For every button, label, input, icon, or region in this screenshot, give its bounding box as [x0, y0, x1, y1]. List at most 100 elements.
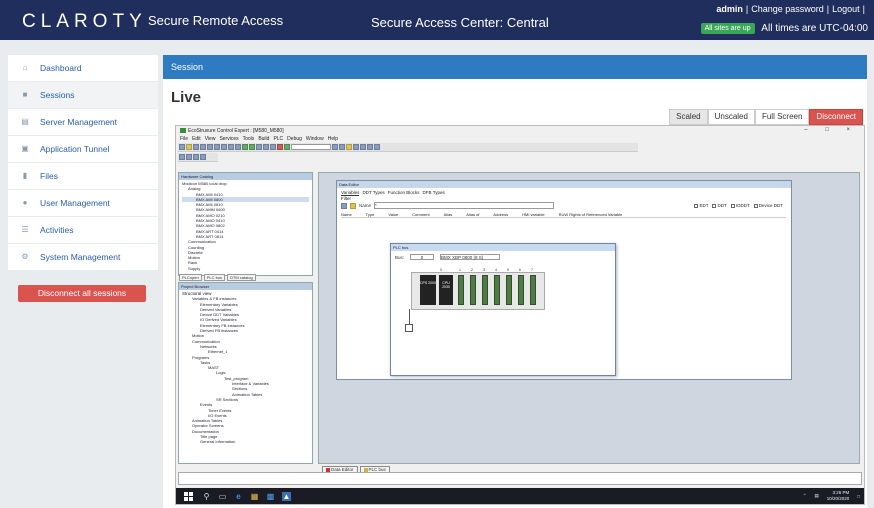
notification-icon[interactable]: □ [857, 494, 860, 499]
sidebar-item-system-management[interactable]: ⚙ System Management [8, 244, 158, 270]
window-controls[interactable]: – □ × [804, 127, 858, 133]
menu-item[interactable]: File [180, 136, 188, 142]
plc-rack[interactable]: CPS 2000 CPU 2030 0 1 2 3 4 5 6 7 [411, 268, 545, 310]
disconnect-all-sessions-button[interactable]: Disconnect all sessions [18, 285, 146, 302]
sidebar-item-user-management[interactable]: ● User Management [8, 190, 158, 216]
bus-number-field[interactable]: 0 [410, 254, 435, 260]
tab-ddt-types[interactable]: DDT Types [362, 190, 384, 196]
menu-item[interactable]: Build [258, 136, 269, 142]
power-supply-module[interactable]: CPS 2000 [420, 275, 436, 305]
menu-item[interactable]: Debug [287, 136, 302, 142]
column-header[interactable]: RUW Rights of Referenced Variable [559, 212, 623, 217]
disconnect-icon[interactable] [270, 144, 276, 150]
slot-module[interactable] [518, 275, 524, 305]
slot-module[interactable] [530, 275, 536, 305]
sidebar-item-activities[interactable]: ☰ Activities [8, 217, 158, 243]
tree-item[interactable]: General Information [182, 439, 309, 444]
slot-module[interactable] [506, 275, 512, 305]
tab-dfb-types[interactable]: DFB Types [423, 190, 445, 196]
change-password-link[interactable]: Change password [751, 4, 824, 14]
network-icon[interactable]: ▤ [814, 493, 818, 499]
user-name[interactable]: admin [716, 4, 743, 14]
filter-icon[interactable] [341, 202, 347, 209]
cascade-icon[interactable] [186, 154, 192, 160]
tray-arrow-icon[interactable]: ⌃ [803, 493, 807, 499]
column-header[interactable]: Alias of [466, 212, 479, 217]
full-screen-button[interactable]: Full Screen [754, 109, 810, 125]
file-explorer-icon[interactable]: ▦ [250, 492, 259, 501]
column-header[interactable]: HMI variable [522, 212, 544, 217]
menu-item[interactable]: Tools [243, 136, 255, 142]
edge-browser-icon[interactable]: e [234, 492, 243, 501]
column-header[interactable]: Alias [444, 212, 453, 217]
undo-icon[interactable] [228, 144, 234, 150]
build-icon[interactable] [242, 144, 248, 150]
filter-apply-icon[interactable] [350, 202, 356, 209]
checkbox-ddt[interactable]: DDT [712, 203, 727, 208]
connect-icon[interactable] [263, 144, 269, 150]
open-icon[interactable] [186, 144, 192, 150]
window-icon[interactable] [193, 154, 199, 160]
sidebar-item-server-management[interactable]: ▤ Server Management [8, 109, 158, 135]
control-expert-taskbar-icon[interactable]: ▲ [282, 492, 291, 501]
zoom-icon[interactable] [332, 144, 338, 150]
tree-item[interactable]: Supply [182, 266, 309, 271]
stop-icon[interactable] [277, 144, 283, 150]
print-icon[interactable] [200, 144, 206, 150]
help-icon[interactable] [374, 144, 380, 150]
upload-icon[interactable] [360, 144, 366, 150]
column-header[interactable]: Name [341, 212, 352, 217]
animation-icon[interactable] [346, 144, 352, 150]
new-icon[interactable] [179, 144, 185, 150]
disconnect-button[interactable]: Disconnect [809, 109, 863, 125]
menu-item[interactable]: Edit [192, 136, 201, 142]
sidebar-item-dashboard[interactable]: ⌂ Dashboard [8, 55, 158, 81]
tab-plcopen[interactable]: PLCopen [179, 274, 202, 281]
rack-select[interactable]: BMX XBP 0800 (8 S) [440, 254, 501, 260]
run-icon[interactable] [284, 144, 290, 150]
sidebar-item-sessions[interactable]: ■ Sessions [8, 82, 158, 108]
column-header[interactable]: Value [388, 212, 398, 217]
checkbox-device-ddt[interactable]: Device DDT [753, 203, 783, 208]
name-filter-input[interactable]: * [374, 202, 555, 209]
menu-item[interactable]: Help [328, 136, 338, 142]
tab-function-blocks[interactable]: Function Blocks [388, 190, 420, 196]
scaled-button[interactable]: Scaled [669, 109, 708, 125]
sidebar-item-application-tunnel[interactable]: ▣ Application Tunnel [8, 136, 158, 162]
toolbar-dropdown[interactable] [291, 144, 331, 150]
remote-desktop-view[interactable]: EcoStruxure Control Expert : [M580_M580]… [175, 125, 865, 505]
task-view-icon[interactable]: ▭ [218, 492, 227, 501]
store-icon[interactable]: ▩ [266, 492, 275, 501]
windows-start-icon[interactable] [184, 492, 193, 501]
logout-link[interactable]: Logout [832, 4, 860, 14]
menu-item[interactable]: Window [306, 136, 324, 142]
slot-module[interactable] [470, 275, 476, 305]
download-icon[interactable] [367, 144, 373, 150]
slot-module[interactable] [482, 275, 488, 305]
clock[interactable]: 3:26 PM 10/20/2020 [827, 490, 850, 502]
slot-module[interactable] [494, 275, 500, 305]
menu-item[interactable]: Services [219, 136, 238, 142]
zoom-out-icon[interactable] [200, 154, 206, 160]
watch-icon[interactable] [353, 144, 359, 150]
column-header[interactable]: Comment [412, 212, 429, 217]
checkbox-ioddt[interactable]: IODDT [730, 203, 750, 208]
checkbox-edt[interactable]: EDT [694, 203, 708, 208]
column-header[interactable]: Address [493, 212, 508, 217]
unscaled-button[interactable]: Unscaled [707, 109, 755, 125]
tile-icon[interactable] [179, 154, 185, 160]
save-icon[interactable] [193, 144, 199, 150]
find-icon[interactable] [256, 144, 262, 150]
sidebar-item-files[interactable]: ▮ Files [8, 163, 158, 189]
menu-item[interactable]: PLC [273, 136, 283, 142]
slot-module[interactable] [458, 275, 464, 305]
rebuild-icon[interactable] [249, 144, 255, 150]
column-header[interactable]: Type [366, 212, 375, 217]
cpu-module[interactable]: CPU 2030 [439, 275, 453, 305]
tab-dtm-catalog[interactable]: DTM catalog [227, 274, 256, 281]
tab-plc-bus[interactable]: PLC bus [203, 274, 226, 281]
cut-icon[interactable] [207, 144, 213, 150]
bus-expansion-box[interactable] [405, 324, 413, 332]
redo-icon[interactable] [235, 144, 241, 150]
grid-icon[interactable] [339, 144, 345, 150]
